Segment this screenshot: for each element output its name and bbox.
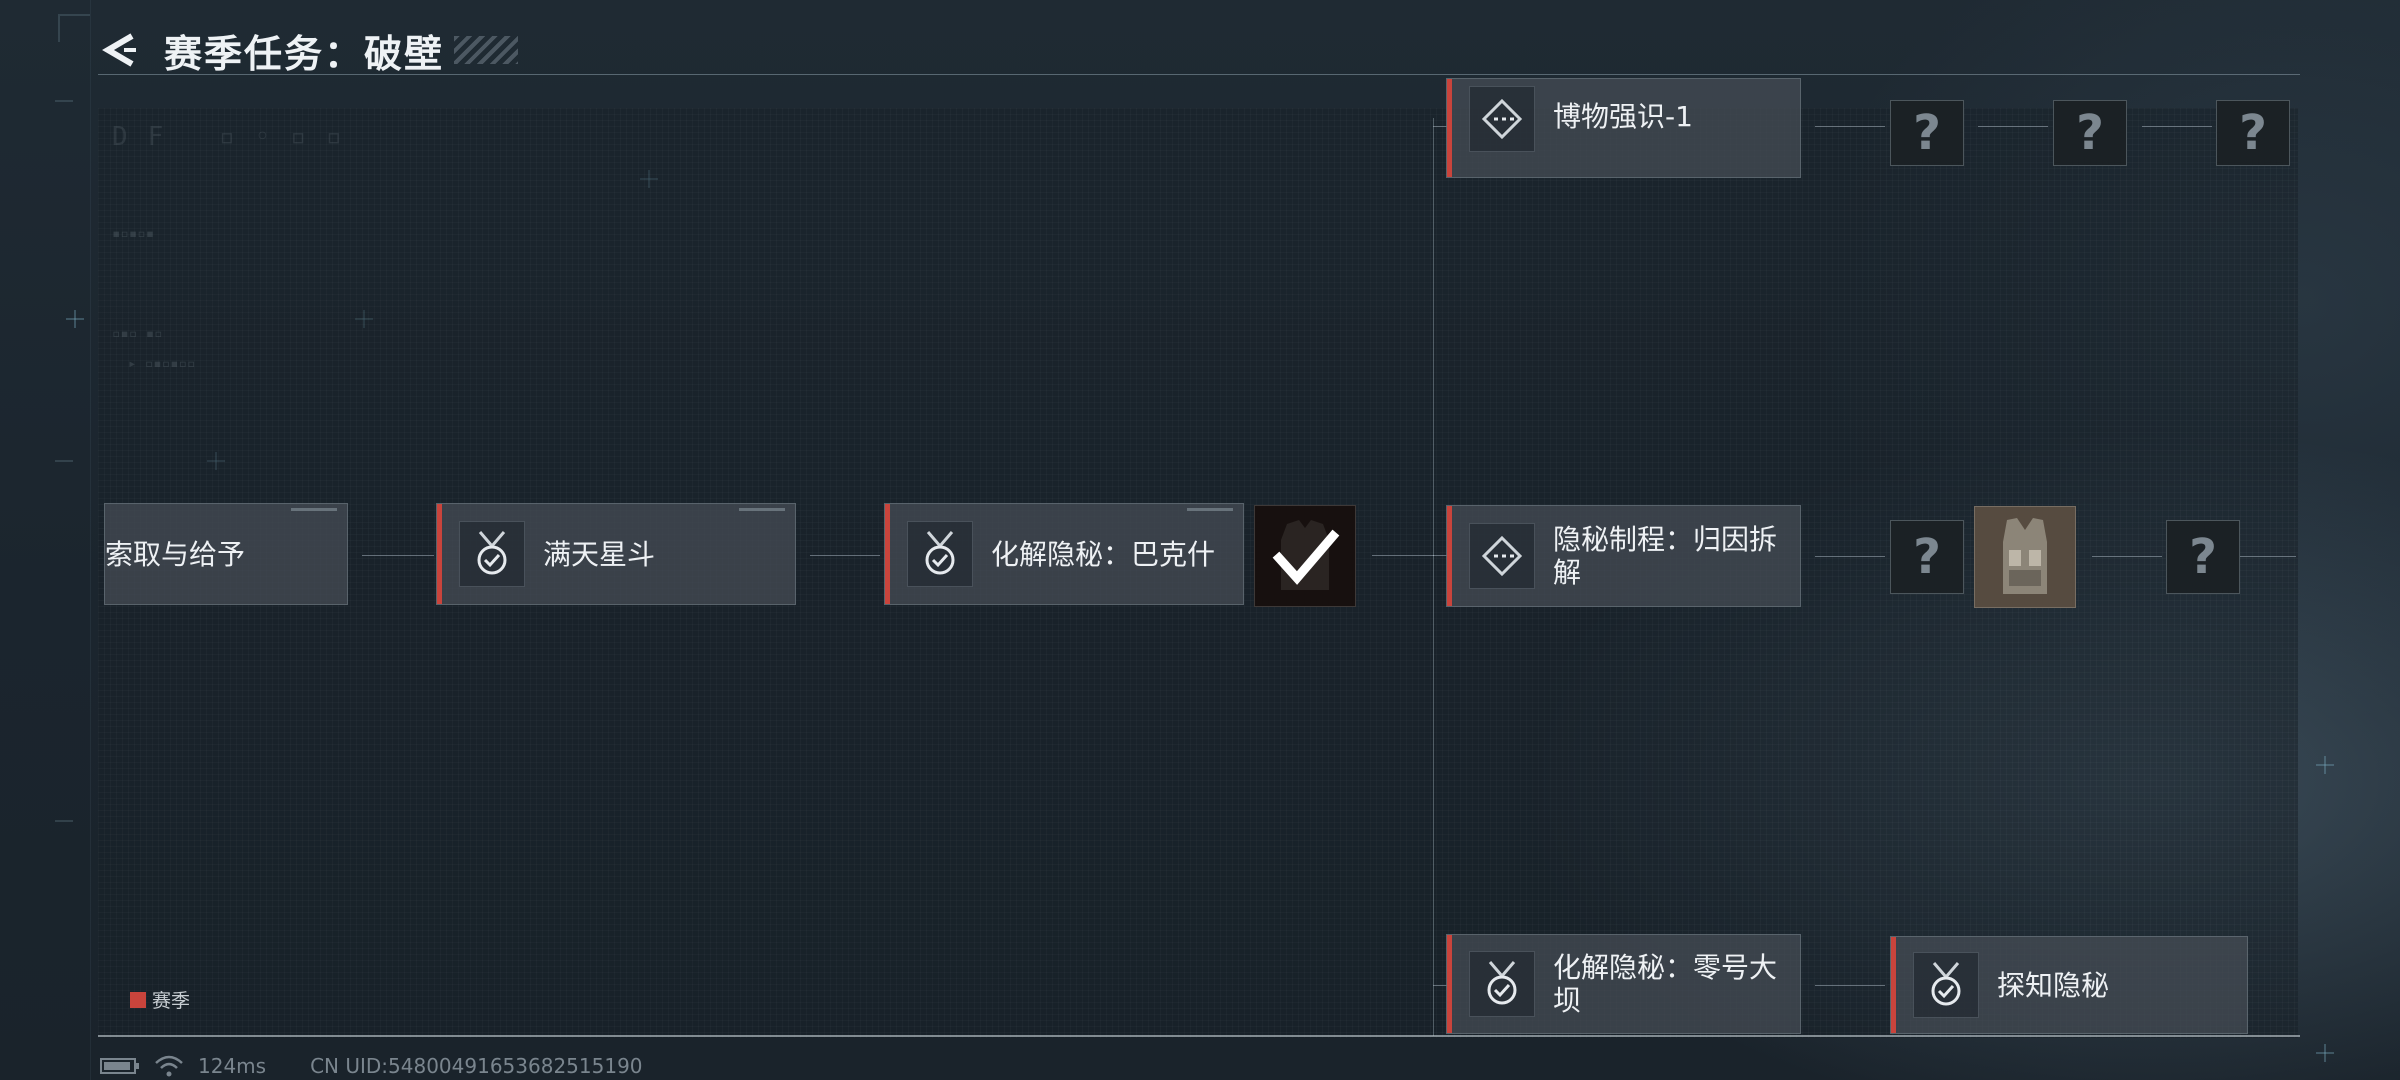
mission-node-knowledge-1[interactable]: 博物强识-1 <box>1446 78 1801 178</box>
path-connector <box>2092 556 2162 557</box>
battery-icon <box>100 1058 139 1074</box>
path-connector <box>1372 555 1434 556</box>
mission-node-give-and-take[interactable]: 索取与给予 <box>104 503 348 605</box>
path-connector <box>1815 985 1885 986</box>
mission-node-zero-dam[interactable]: 化解隐秘：零号大坝 <box>1446 934 1801 1034</box>
mission-label: 化解隐秘：巴克什 <box>991 537 1216 571</box>
path-connector <box>810 555 880 556</box>
path-connector <box>1815 126 1885 127</box>
user-uid: CN UID:5480049165368251519​0 <box>310 1054 643 1078</box>
title-decoration <box>454 36 519 64</box>
mission-label: 探知隐秘 <box>1997 968 2110 1002</box>
node-corner-mark <box>291 508 337 511</box>
header-divider <box>98 74 2300 75</box>
path-connector <box>1433 555 1447 556</box>
question-mark-icon: ? <box>2076 105 2104 161</box>
legend-label: 赛季 <box>152 990 191 1012</box>
question-mark-icon: ? <box>2239 105 2267 161</box>
mission-label: 索取与给予 <box>105 537 246 571</box>
diamond-task-icon <box>1469 523 1535 589</box>
mission-label: 博物强识-1 <box>1553 99 1693 133</box>
page-header: 赛季任务：破壁 <box>98 20 519 80</box>
locked-reward[interactable]: ? <box>2216 100 2290 166</box>
frame-tick <box>55 100 73 102</box>
ping-value: 124ms <box>198 1054 267 1078</box>
path-connector <box>1815 556 1885 557</box>
node-corner-mark <box>739 508 785 511</box>
mission-node-discover-secret[interactable]: 探知隐秘 <box>1890 936 2248 1034</box>
status-bar: 124ms CN UID:5480049165368251519​0 <box>100 1054 643 1078</box>
background-glyphs: DF ▫◦▫▫ <box>112 122 362 152</box>
legend: 赛季 <box>130 986 190 1013</box>
reward-completed-armor[interactable] <box>1254 505 1356 607</box>
frame-tick <box>55 460 73 462</box>
question-mark-icon: ? <box>1913 105 1941 161</box>
path-connector <box>2240 556 2296 557</box>
locked-reward[interactable]: ? <box>1890 100 1964 166</box>
medal-check-icon <box>459 521 525 587</box>
frame-tick <box>55 820 73 822</box>
footer-divider <box>98 1035 2300 1037</box>
mission-node-starry-sky[interactable]: 满天星斗 <box>436 503 796 605</box>
mission-node-bakhsh[interactable]: 化解隐秘：巴克什 <box>884 503 1244 605</box>
path-connector <box>362 555 434 556</box>
path-connector <box>2142 126 2212 127</box>
path-connector <box>1433 985 1447 986</box>
mission-label: 隐秘制程：归因拆解 <box>1553 523 1778 589</box>
crosshair-icon <box>66 310 84 328</box>
crosshair-icon <box>2316 756 2334 774</box>
question-mark-icon: ? <box>2189 529 2217 585</box>
frame-corner <box>58 14 90 42</box>
back-arrow-icon[interactable] <box>98 28 142 72</box>
medal-check-icon <box>907 521 973 587</box>
legend-swatch <box>130 991 146 1008</box>
left-frame <box>0 0 91 1080</box>
diamond-task-icon <box>1469 86 1535 152</box>
medal-check-icon <box>1469 951 1535 1017</box>
node-corner-mark <box>1187 508 1233 511</box>
background-glyphs: ▸ ▫▪▫▪▫▫ <box>128 356 196 372</box>
branch-line <box>1433 118 1434 1036</box>
mission-node-attribution-disassembly[interactable]: 隐秘制程：归因拆解 <box>1446 505 1801 607</box>
wifi-icon <box>155 1055 183 1077</box>
background-glyphs: ▪▫▪▫▪ <box>112 226 155 242</box>
mission-label: 化解隐秘：零号大坝 <box>1553 951 1778 1017</box>
mission-label: 满天星斗 <box>543 537 656 571</box>
path-connector <box>1433 126 1447 127</box>
armor-vest-icon <box>1272 520 1340 590</box>
locked-reward[interactable]: ? <box>2166 520 2240 594</box>
medal-check-icon <box>1913 952 1979 1018</box>
reward-tactical-vest[interactable] <box>1974 506 2076 608</box>
locked-reward[interactable]: ? <box>1890 520 1964 594</box>
locked-reward[interactable]: ? <box>2053 100 2127 166</box>
page-title: 赛季任务：破壁 <box>164 31 445 76</box>
crosshair-icon <box>2316 1044 2334 1062</box>
question-mark-icon: ? <box>1913 529 1941 585</box>
tactical-vest-icon <box>2003 518 2047 594</box>
path-connector <box>1978 126 2048 127</box>
background-glyphs: ▫▪▫ ▪▫ <box>112 326 163 342</box>
